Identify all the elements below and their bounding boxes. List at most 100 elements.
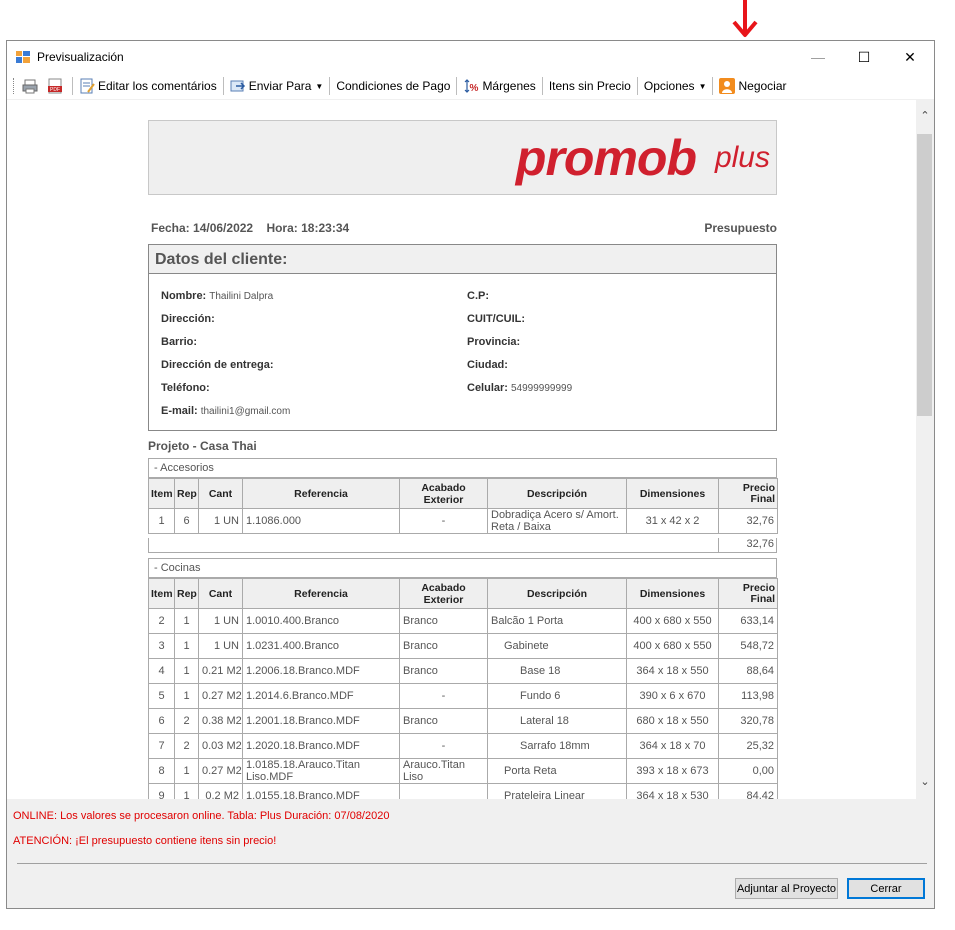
field-barrio: Barrio:	[161, 336, 198, 348]
table-cell: 1 UN	[198, 608, 243, 634]
divider	[17, 863, 927, 864]
table-cell: 1	[174, 758, 199, 784]
table-row: 311 UN 1.0231.400.Branco Branco Gabinete 400…	[148, 633, 778, 659]
table-cell: 364 x 18 x 70	[626, 733, 719, 759]
scroll-down-icon[interactable]: ⌄	[916, 772, 934, 790]
print-button[interactable]	[19, 75, 44, 97]
table-cell: 31 x 42 x 2	[626, 508, 719, 534]
table-cell: 2	[148, 608, 175, 634]
table-cell: 1	[148, 508, 175, 534]
table-cell: Balcão 1 Porta	[487, 608, 627, 634]
column-header: Cant	[198, 578, 243, 609]
scroll-thumb[interactable]	[917, 134, 932, 416]
margins-label: Márgenes	[482, 79, 536, 93]
table-cell: 1 UN	[198, 633, 243, 659]
payment-conditions-button[interactable]: Condiciones de Pago	[333, 75, 453, 97]
report-document: promob plus Fecha: 14/06/2022 Hora: 18:2…	[147, 100, 787, 799]
section-title-accesorios: - Accesorios	[148, 458, 777, 478]
table-cell: Gabinete	[487, 633, 627, 659]
table-cell: -	[399, 683, 488, 709]
options-dropdown[interactable]: Opciones ▼	[641, 75, 710, 97]
minimize-button[interactable]: —	[795, 41, 841, 73]
field-telefono: Teléfono:	[161, 382, 210, 394]
window-title: Previsualización	[37, 50, 124, 64]
field-direccion: Dirección:	[161, 313, 215, 325]
svg-text:PDF: PDF	[50, 87, 60, 93]
table-cell: 32,76	[718, 508, 778, 534]
maximize-button[interactable]: ☐	[841, 41, 887, 73]
table-cell: 6	[174, 508, 199, 534]
table-cell: 633,14	[718, 608, 778, 634]
table-cell: 1.0155.18.Branco.MDF	[242, 783, 400, 799]
table-cell: Base 18	[487, 658, 627, 684]
column-header: Item	[148, 478, 175, 509]
close-button[interactable]: Cerrar	[847, 878, 925, 899]
table-cell: 84,42	[718, 783, 778, 799]
table-cell: 400 x 680 x 550	[626, 608, 719, 634]
send-to-dropdown[interactable]: Enviar Para ▼	[227, 75, 327, 97]
table-cell: -	[399, 508, 488, 534]
app-icon	[16, 51, 30, 63]
table-cell: 364 x 18 x 550	[626, 658, 719, 684]
field-provincia: Provincia:	[467, 336, 521, 348]
column-header: Rep	[174, 578, 199, 609]
table-cell: 0.21 M2	[198, 658, 243, 684]
table-cell: 1.0010.400.Branco	[242, 608, 400, 634]
table-cell: Sarrafo 18mm	[487, 733, 627, 759]
field-cp: C.P:	[467, 290, 489, 302]
percent-margins-icon: %	[465, 79, 479, 94]
edit-comments-button[interactable]: Editar los comentários	[76, 75, 220, 97]
report-preview-area[interactable]: promob plus Fecha: 14/06/2022 Hora: 18:2…	[7, 100, 916, 799]
table-cell: 1.2001.18.Branco.MDF	[242, 708, 400, 734]
table-cell: 0.38 M2	[198, 708, 243, 734]
table-row: 4 1 0.21 M2 1.2006.18.Branco.MDF Branco Base …	[148, 658, 778, 684]
items-table-accesorios: Item Rep Cant Referencia Acabado Exterior Des…	[148, 478, 778, 534]
fecha-label: Fecha:	[151, 221, 190, 235]
table-cell: 1.2014.6.Branco.MDF	[242, 683, 400, 709]
table-cell: Branco	[399, 608, 488, 634]
field-email: E-mail: thailini1@gmail.com	[161, 405, 291, 417]
field-nombre: Nombre: Thailini Dalpra	[161, 290, 274, 302]
table-cell: 3	[148, 633, 175, 659]
table-cell: 8	[148, 758, 175, 784]
close-window-button[interactable]: ✕	[887, 41, 933, 73]
negotiate-label: Negociar	[738, 79, 787, 93]
table-cell: Branco	[399, 633, 488, 659]
online-status-text: ONLINE: Los valores se procesaron online…	[13, 810, 390, 822]
table-cell: 320,78	[718, 708, 778, 734]
field-entrega: Dirección de entrega:	[161, 359, 274, 371]
column-header: Referencia	[242, 578, 400, 609]
table-cell: 0.27 M2	[198, 683, 243, 709]
table-cell: 0.27 M2	[198, 758, 243, 784]
options-label: Opciones	[643, 79, 695, 93]
attach-to-project-button[interactable]: Adjuntar al Proyecto	[735, 878, 838, 899]
items-no-price-button[interactable]: Itens sin Precio	[546, 75, 634, 97]
field-ciudad: Ciudad:	[467, 359, 508, 371]
edit-document-icon	[80, 78, 95, 94]
svg-text:%: %	[470, 83, 479, 94]
table-row: 161 UN 1.1086.000- Dobradiça Acero s/ Amor…	[148, 508, 778, 534]
header-row: Item Rep Cant Referencia Acabado Exterior Des…	[148, 478, 778, 509]
scroll-up-icon[interactable]: ⌃	[916, 106, 934, 124]
table-cell: 1.2020.18.Branco.MDF	[242, 733, 400, 759]
table-cell: 1	[174, 633, 199, 659]
table-cell: 548,72	[718, 633, 778, 659]
column-header: Dimensiones	[626, 478, 719, 509]
table-cell: 1	[174, 658, 199, 684]
column-header: Dimensiones	[626, 578, 719, 609]
table-cell	[399, 783, 488, 799]
table-cell: 9	[148, 783, 175, 799]
table-cell: 113,98	[718, 683, 778, 709]
table-cell: 393 x 18 x 673	[626, 758, 719, 784]
table-cell: Branco	[399, 708, 488, 734]
section-total-value: 32,76	[718, 538, 776, 552]
negotiate-button[interactable]: Negociar	[716, 75, 789, 97]
table-cell: 0.2 M2	[198, 783, 243, 799]
table-cell: 1.0185.18.Arauco.Titan Liso.MDF	[242, 758, 400, 784]
pdf-button[interactable]: PDF	[44, 75, 69, 97]
send-to-label: Enviar Para	[248, 79, 312, 93]
user-negotiate-icon	[719, 78, 736, 94]
table-cell: 1.1086.000	[242, 508, 400, 534]
vertical-scrollbar[interactable]: ⌃ ⌄	[916, 100, 934, 799]
margins-button[interactable]: % Márgenes	[460, 75, 538, 97]
